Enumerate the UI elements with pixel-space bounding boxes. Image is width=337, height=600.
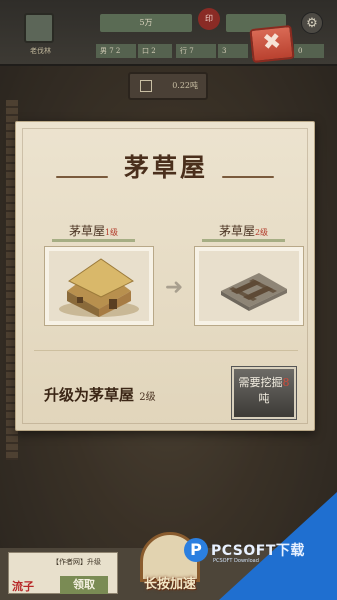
- upgrade-description: 升级为茅草屋 2级: [44, 384, 156, 405]
- current-building-card: [44, 246, 154, 326]
- stat-cell: 3: [218, 44, 248, 58]
- dialog-title-wrap: 茅草屋: [16, 148, 316, 188]
- dialog-divider: [34, 350, 298, 351]
- stat-cell: 行 7: [176, 44, 216, 58]
- thatched-hut-image: [49, 251, 149, 321]
- hold-to-speed-button[interactable]: 长按加速: [128, 574, 212, 596]
- current-building-level: 1级: [104, 228, 119, 237]
- watermark-subtext: PCSOFT Download: [213, 558, 259, 564]
- stat-cell: 口 2: [138, 44, 172, 58]
- next-building-card: [194, 246, 304, 326]
- claim-title: 流子: [12, 580, 34, 593]
- resource-box-icon: [140, 80, 152, 92]
- stat-cell: 0: [294, 44, 324, 58]
- building-foundation-image: [199, 251, 299, 321]
- claim-button[interactable]: 领取: [60, 576, 108, 594]
- upgrade-text: 升级为茅草屋: [44, 386, 135, 404]
- resource-value: 0.22吨: [172, 81, 198, 90]
- watermark-logo-icon: P: [184, 538, 208, 562]
- dig-line1: 需要挖掘: [238, 376, 283, 389]
- upgrade-dialog: 茅草屋 茅草屋1级 茅草屋2级 ➜ 升级为茅草屋 2级 需要挖掘8 吨: [15, 121, 315, 431]
- settings-gear-icon[interactable]: ⚙: [301, 12, 323, 34]
- dig-line2: 吨: [258, 392, 270, 405]
- next-building-level: 2级: [254, 228, 269, 237]
- dig-amount: 8: [282, 376, 290, 389]
- close-dialog-button[interactable]: ✖: [249, 24, 295, 64]
- upgrade-arrow-icon: ➜: [164, 275, 184, 300]
- watermark-text: PCSOFT下载: [211, 543, 305, 559]
- avatar-label: 老伐林: [30, 47, 51, 55]
- current-building-name: 茅草屋: [68, 224, 105, 238]
- next-building-label: 茅草屋2级: [196, 222, 291, 242]
- dialog-title: 茅草屋: [123, 153, 208, 182]
- upgrade-level: 2级: [139, 392, 156, 403]
- seal-icon: 印: [198, 8, 220, 30]
- claim-text: 【作者网】升级: [52, 558, 101, 566]
- stat-cell: 男 7 2: [96, 44, 136, 58]
- stat-strip: 5万: [100, 14, 192, 32]
- next-building-name: 茅草屋: [218, 224, 255, 238]
- player-avatar[interactable]: [24, 13, 54, 43]
- dig-requirement-button[interactable]: 需要挖掘8 吨: [232, 367, 296, 419]
- current-building-label: 茅草屋1级: [46, 222, 141, 242]
- resource-plate: 0.22吨: [128, 72, 208, 100]
